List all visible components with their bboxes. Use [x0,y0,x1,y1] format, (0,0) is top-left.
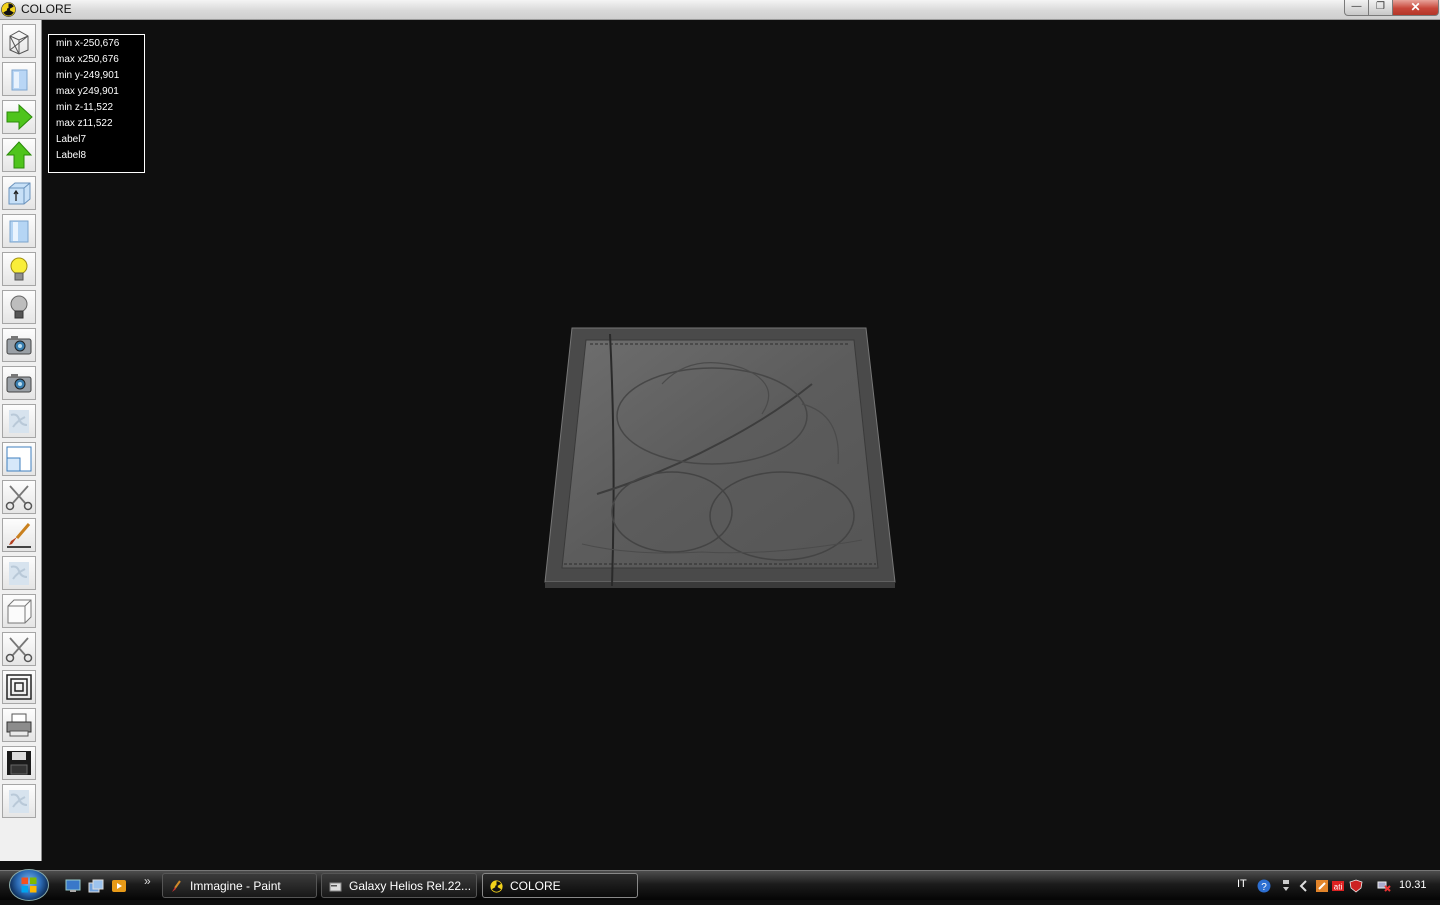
green-arrow-up-icon [5,141,33,169]
switch-windows-icon[interactable] [88,879,104,893]
language-bar-icon[interactable] [1279,879,1293,893]
show-desktop-icon[interactable] [65,879,81,893]
taskbar-item-colore[interactable]: COLORE [482,873,638,898]
minimize-button[interactable]: — [1344,0,1369,16]
white-box-icon [7,599,32,624]
tool-brush[interactable] [2,518,36,552]
floppy-disk-icon [7,751,31,775]
windows-logo-icon [21,877,37,893]
svg-text:?: ? [1261,882,1267,893]
help-icon[interactable]: ? [1257,879,1271,893]
tool-cylinder[interactable] [2,214,36,248]
clock[interactable]: 10.31 [1399,879,1427,891]
tool-save[interactable] [2,746,36,780]
tool-solid[interactable] [2,62,36,96]
tool-camera-2[interactable] [2,366,36,400]
maximize-button[interactable]: ❐ [1368,0,1393,16]
network-disconnected-icon[interactable] [1377,879,1391,893]
scissors-icon [5,637,33,663]
concentric-squares-icon [6,674,32,700]
taskbar-item-galaxy-helios[interactable]: Galaxy Helios Rel.22... [321,873,477,898]
marble-texture-icon [9,410,29,433]
window-view-icon [6,446,32,472]
media-player-icon[interactable] [111,879,127,893]
bounds-info-panel: min x-250,676 max x250,676 min y-249,901… [48,34,145,173]
scissors-icon [5,485,33,511]
close-button[interactable]: ✕ [1392,0,1439,16]
label7: Label7 [56,134,87,145]
tool-rotate-right[interactable] [2,100,36,134]
marble-texture-icon [9,790,29,813]
folder-app-icon [329,882,342,892]
taskbar-item-paint[interactable]: Immagine - Paint [162,873,317,898]
wireframe-box-icon [9,30,29,55]
solid-box-icon [11,69,28,91]
system-tray: IT ? ati 10.31 [1228,871,1440,901]
tool-window-view[interactable] [2,442,36,476]
paint-icon [172,880,181,892]
camera-icon [6,336,32,355]
ati-icon[interactable]: ati [1331,879,1345,893]
lightbulb-off-icon [10,295,28,319]
max-y-label: max y249,901 [56,86,119,97]
security-alert-icon[interactable] [1315,879,1329,893]
taskbar: » Immagine - Paint Galaxy Helios Rel.22.… [0,869,1440,901]
shield-icon[interactable] [1349,879,1363,893]
label8: Label8 [56,150,87,161]
tool-cut-1[interactable] [2,480,36,514]
marble-texture-icon [9,562,29,585]
radiation-icon [1,2,16,17]
tool-texture-3[interactable] [2,784,36,818]
min-y-label: min y-249,901 [56,70,120,81]
window-title: COLORE [21,2,72,16]
chevron-left-icon[interactable] [1297,879,1311,893]
tool-camera-1[interactable] [2,328,36,362]
tool-concentric[interactable] [2,670,36,704]
left-toolbar [0,20,42,861]
quick-launch-more-button[interactable]: » [144,874,151,888]
tool-print[interactable] [2,708,36,742]
camera-icon [6,374,32,393]
printer-icon [6,713,32,737]
tool-white-box[interactable] [2,594,36,628]
tool-rotate-up[interactable] [2,138,36,172]
lightbulb-on-icon [10,257,28,281]
title-bar: COLORE — ❐ ✕ [0,0,1440,20]
cylinder-icon [9,220,29,243]
tool-light-off[interactable] [2,290,36,324]
max-z-label: max z11,522 [56,118,113,129]
green-arrow-right-icon [6,103,33,131]
max-x-label: max x250,676 [56,54,119,65]
tool-texture-2[interactable] [2,556,36,590]
svg-text:ati: ati [1334,883,1343,892]
tool-wireframe[interactable] [2,24,36,58]
min-x-label: min x-250,676 [56,38,120,49]
start-button[interactable] [9,869,49,901]
tool-box-up[interactable] [2,176,36,210]
radiation-icon [490,880,503,893]
language-indicator[interactable]: IT [1237,878,1247,890]
tool-cut-2[interactable] [2,632,36,666]
min-z-label: min z-11,522 [56,102,114,113]
box-arrow-up-icon [8,182,31,205]
tool-light-on[interactable] [2,252,36,286]
3d-tile-model[interactable] [542,324,898,590]
paint-brush-icon [7,523,31,548]
tool-texture-1[interactable] [2,404,36,438]
